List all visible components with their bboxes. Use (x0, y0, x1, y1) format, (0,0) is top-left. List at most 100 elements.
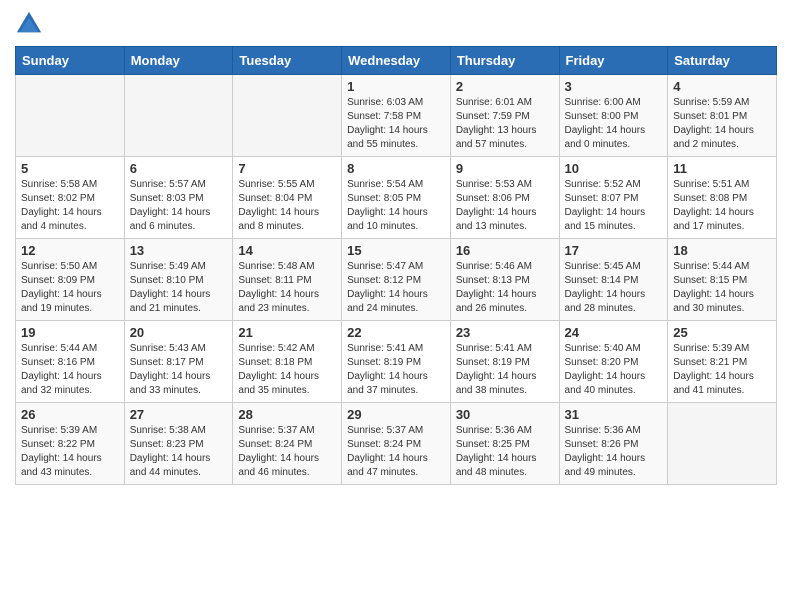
day-info: Sunrise: 5:43 AMSunset: 8:17 PMDaylight:… (130, 342, 228, 398)
day-number: 18 (673, 243, 771, 258)
calendar-cell: 29 Sunrise: 5:37 AMSunset: 8:24 PMDayligh… (342, 403, 451, 485)
calendar-header-sunday: Sunday (16, 47, 125, 75)
calendar-cell: 6 Sunrise: 5:57 AMSunset: 8:03 PMDaylight… (124, 157, 233, 239)
day-number: 1 (347, 79, 445, 94)
day-info: Sunrise: 5:45 AMSunset: 8:14 PMDaylight:… (565, 260, 663, 316)
day-info: Sunrise: 5:49 AMSunset: 8:10 PMDaylight:… (130, 260, 228, 316)
calendar-cell: 10 Sunrise: 5:52 AMSunset: 8:07 PMDayligh… (559, 157, 668, 239)
calendar-cell: 12Sunrise: 5:50 AMSunset: 8:09 PMDayligh… (16, 239, 125, 321)
calendar-cell: 19 Sunrise: 5:44 AMSunset: 8:16 PMDayligh… (16, 321, 125, 403)
calendar-week-row: 26 Sunrise: 5:39 AMSunset: 8:22 PMDayligh… (16, 403, 777, 485)
calendar-week-row: 5 Sunrise: 5:58 AMSunset: 8:02 PMDaylight… (16, 157, 777, 239)
day-info: Sunrise: 5:55 AMSunset: 8:04 PMDaylight:… (238, 178, 336, 234)
day-number: 30 (456, 407, 554, 422)
day-info: Sunrise: 5:51 AMSunset: 8:08 PMDaylight:… (673, 178, 771, 234)
logo-icon (15, 10, 43, 38)
day-number: 26 (21, 407, 119, 422)
calendar-cell: 31 Sunrise: 5:36 AMSunset: 8:26 PMDayligh… (559, 403, 668, 485)
calendar-header-tuesday: Tuesday (233, 47, 342, 75)
day-info: Sunrise: 5:46 AMSunset: 8:13 PMDaylight:… (456, 260, 554, 316)
day-info: Sunrise: 5:37 AMSunset: 8:24 PMDaylight:… (347, 424, 445, 480)
calendar-week-row: 12Sunrise: 5:50 AMSunset: 8:09 PMDayligh… (16, 239, 777, 321)
calendar-cell (124, 75, 233, 157)
day-number: 11 (673, 161, 771, 176)
page-header (15, 10, 777, 38)
day-number: 23 (456, 325, 554, 340)
calendar-table: SundayMondayTuesdayWednesdayThursdayFrid… (15, 46, 777, 485)
calendar-cell (668, 403, 777, 485)
calendar-header-monday: Monday (124, 47, 233, 75)
calendar-cell: 26 Sunrise: 5:39 AMSunset: 8:22 PMDayligh… (16, 403, 125, 485)
day-info: Sunrise: 5:57 AMSunset: 8:03 PMDaylight:… (130, 178, 228, 234)
day-info: Sunrise: 6:01 AMSunset: 7:59 PMDaylight:… (456, 96, 554, 152)
calendar-cell: 2 Sunrise: 6:01 AMSunset: 7:59 PMDaylight… (450, 75, 559, 157)
calendar-cell: 3 Sunrise: 6:00 AMSunset: 8:00 PMDaylight… (559, 75, 668, 157)
day-number: 27 (130, 407, 228, 422)
day-number: 10 (565, 161, 663, 176)
calendar-header-saturday: Saturday (668, 47, 777, 75)
calendar-cell: 15 Sunrise: 5:47 AMSunset: 8:12 PMDayligh… (342, 239, 451, 321)
day-number: 31 (565, 407, 663, 422)
calendar-cell (233, 75, 342, 157)
calendar-cell: 24 Sunrise: 5:40 AMSunset: 8:20 PMDayligh… (559, 321, 668, 403)
calendar-cell: 20 Sunrise: 5:43 AMSunset: 8:17 PMDayligh… (124, 321, 233, 403)
calendar-cell: 9Sunrise: 5:53 AMSunset: 8:06 PMDaylight… (450, 157, 559, 239)
day-number: 17 (565, 243, 663, 258)
day-info: Sunrise: 5:47 AMSunset: 8:12 PMDaylight:… (347, 260, 445, 316)
day-number: 22 (347, 325, 445, 340)
calendar-cell: 30 Sunrise: 5:36 AMSunset: 8:25 PMDayligh… (450, 403, 559, 485)
day-number: 16 (456, 243, 554, 258)
calendar-cell: 22 Sunrise: 5:41 AMSunset: 8:19 PMDayligh… (342, 321, 451, 403)
day-number: 6 (130, 161, 228, 176)
calendar-header-friday: Friday (559, 47, 668, 75)
day-info: Sunrise: 5:52 AMSunset: 8:07 PMDaylight:… (565, 178, 663, 234)
calendar-cell: 27Sunrise: 5:38 AMSunset: 8:23 PMDayligh… (124, 403, 233, 485)
calendar-header-wednesday: Wednesday (342, 47, 451, 75)
day-number: 13 (130, 243, 228, 258)
day-info: Sunrise: 5:39 AMSunset: 8:22 PMDaylight:… (21, 424, 119, 480)
calendar-cell: 11 Sunrise: 5:51 AMSunset: 8:08 PMDayligh… (668, 157, 777, 239)
calendar-week-row: 19 Sunrise: 5:44 AMSunset: 8:16 PMDayligh… (16, 321, 777, 403)
calendar-cell: 21 Sunrise: 5:42 AMSunset: 8:18 PMDayligh… (233, 321, 342, 403)
day-number: 5 (21, 161, 119, 176)
calendar-week-row: 1Sunrise: 6:03 AMSunset: 7:58 PMDaylight… (16, 75, 777, 157)
logo (15, 10, 47, 38)
day-number: 2 (456, 79, 554, 94)
calendar-cell: 13 Sunrise: 5:49 AMSunset: 8:10 PMDayligh… (124, 239, 233, 321)
day-number: 3 (565, 79, 663, 94)
calendar-cell: 16 Sunrise: 5:46 AMSunset: 8:13 PMDayligh… (450, 239, 559, 321)
calendar-cell: 8Sunrise: 5:54 AMSunset: 8:05 PMDaylight… (342, 157, 451, 239)
day-info: Sunrise: 5:53 AMSunset: 8:06 PMDaylight:… (456, 178, 554, 234)
calendar-cell: 18 Sunrise: 5:44 AMSunset: 8:15 PMDayligh… (668, 239, 777, 321)
day-number: 21 (238, 325, 336, 340)
calendar-cell: 7 Sunrise: 5:55 AMSunset: 8:04 PMDaylight… (233, 157, 342, 239)
day-info: Sunrise: 5:58 AMSunset: 8:02 PMDaylight:… (21, 178, 119, 234)
calendar-cell: 17 Sunrise: 5:45 AMSunset: 8:14 PMDayligh… (559, 239, 668, 321)
calendar-cell: 14Sunrise: 5:48 AMSunset: 8:11 PMDayligh… (233, 239, 342, 321)
day-info: Sunrise: 5:44 AMSunset: 8:15 PMDaylight:… (673, 260, 771, 316)
day-info: Sunrise: 6:00 AMSunset: 8:00 PMDaylight:… (565, 96, 663, 152)
day-number: 7 (238, 161, 336, 176)
day-info: Sunrise: 5:42 AMSunset: 8:18 PMDaylight:… (238, 342, 336, 398)
calendar-cell: 4Sunrise: 5:59 AMSunset: 8:01 PMDaylight… (668, 75, 777, 157)
day-info: Sunrise: 5:41 AMSunset: 8:19 PMDaylight:… (456, 342, 554, 398)
day-info: Sunrise: 5:41 AMSunset: 8:19 PMDaylight:… (347, 342, 445, 398)
day-number: 24 (565, 325, 663, 340)
day-number: 12 (21, 243, 119, 258)
day-info: Sunrise: 5:59 AMSunset: 8:01 PMDaylight:… (673, 96, 771, 152)
day-info: Sunrise: 5:40 AMSunset: 8:20 PMDaylight:… (565, 342, 663, 398)
day-info: Sunrise: 5:36 AMSunset: 8:25 PMDaylight:… (456, 424, 554, 480)
day-info: Sunrise: 5:37 AMSunset: 8:24 PMDaylight:… (238, 424, 336, 480)
day-info: Sunrise: 5:48 AMSunset: 8:11 PMDaylight:… (238, 260, 336, 316)
day-info: Sunrise: 5:54 AMSunset: 8:05 PMDaylight:… (347, 178, 445, 234)
day-info: Sunrise: 5:36 AMSunset: 8:26 PMDaylight:… (565, 424, 663, 480)
calendar-header-row: SundayMondayTuesdayWednesdayThursdayFrid… (16, 47, 777, 75)
calendar-cell (16, 75, 125, 157)
day-number: 15 (347, 243, 445, 258)
day-number: 19 (21, 325, 119, 340)
calendar-cell: 1Sunrise: 6:03 AMSunset: 7:58 PMDaylight… (342, 75, 451, 157)
day-number: 25 (673, 325, 771, 340)
day-number: 29 (347, 407, 445, 422)
day-number: 20 (130, 325, 228, 340)
day-info: Sunrise: 5:44 AMSunset: 8:16 PMDaylight:… (21, 342, 119, 398)
